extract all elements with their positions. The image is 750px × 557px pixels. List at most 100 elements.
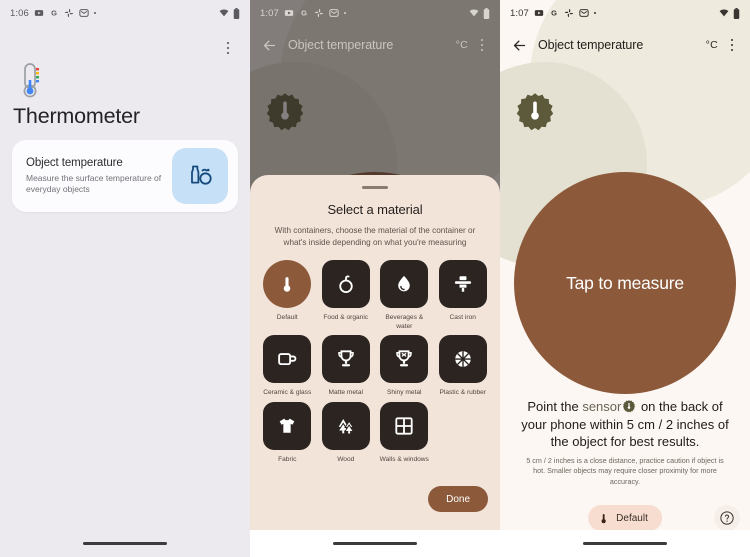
status-bar-right <box>469 7 490 19</box>
svg-text:G: G <box>301 9 307 18</box>
water-drop-icon <box>398 276 411 292</box>
done-button[interactable]: Done <box>428 486 488 512</box>
material-tile <box>321 260 370 309</box>
youtube-icon <box>34 8 44 18</box>
photos-icon <box>64 8 74 18</box>
kebab-dot-icon <box>730 38 734 42</box>
youtube-icon <box>284 8 294 18</box>
material-chip-label: Default <box>616 512 648 524</box>
trees-icon <box>337 418 355 434</box>
material-label: Beverages & water <box>385 314 424 330</box>
sheet-subtitle: With containers, choose the material of … <box>274 226 476 247</box>
kebab-dot-icon <box>226 51 230 55</box>
material-tile <box>380 260 429 309</box>
home-indicator[interactable] <box>583 541 667 546</box>
material-label: Wood <box>337 455 355 463</box>
messages-icon <box>79 8 89 18</box>
unit-toggle-button[interactable]: °C <box>702 39 722 51</box>
material-option-default[interactable]: Default <box>260 260 315 331</box>
dot-icon <box>343 11 347 15</box>
screenshot-root: 1:06 G Thermometer Object temperature Me… <box>0 0 750 557</box>
material-tile <box>321 401 370 450</box>
app-bar-title: Object temperature <box>538 38 644 52</box>
sensor-location-badge <box>514 90 556 132</box>
wifi-icon <box>219 8 229 18</box>
thermometer-icon <box>283 277 291 292</box>
help-button[interactable] <box>714 505 740 531</box>
home-indicator[interactable] <box>333 541 417 546</box>
sensor-location-badge-inline-icon <box>622 399 636 413</box>
kebab-dot-icon <box>480 48 484 52</box>
unit-toggle-button[interactable]: °C <box>452 39 472 51</box>
material-option-food-organic[interactable]: Food & organic <box>319 260 374 331</box>
food-organic-icon <box>339 275 353 294</box>
material-option-ceramic-glass[interactable]: Ceramic & glass <box>260 335 315 398</box>
material-tile <box>438 260 487 309</box>
measure-hint: Point the sensor on the back of your pho… <box>514 398 736 451</box>
object-temperature-card[interactable]: Object temperature Measure the surface t… <box>12 140 238 212</box>
measure-fine-print: 5 cm / 2 inches is a close distance, pra… <box>526 456 724 486</box>
navigation-bar <box>500 530 750 557</box>
material-option-shiny-metal[interactable]: Shiny metal <box>377 335 432 398</box>
material-option-cast-iron[interactable]: Cast iron <box>436 260 491 331</box>
messages-icon <box>579 8 589 18</box>
back-arrow-icon <box>263 40 275 50</box>
google-icon: G <box>549 8 559 18</box>
google-icon: G <box>299 8 309 18</box>
status-bar-left: 1:06 G <box>10 7 97 19</box>
svg-text:G: G <box>551 9 557 18</box>
material-tile <box>380 335 429 384</box>
tap-to-measure-button[interactable]: Tap to measure <box>514 172 736 394</box>
panel-select-material: 1:07 G Object temperature °C Select a ma… <box>250 0 500 557</box>
overflow-menu-button[interactable] <box>216 36 240 60</box>
overflow-menu-button[interactable] <box>472 34 492 56</box>
status-bar-right <box>719 7 740 19</box>
tap-to-measure-label: Tap to measure <box>566 272 684 293</box>
kebab-dot-icon <box>730 43 734 47</box>
app-bar: Object temperature °C <box>250 26 500 64</box>
wifi-icon <box>469 8 479 18</box>
status-time: 1:06 <box>10 7 29 19</box>
navigation-bar <box>0 530 250 557</box>
battery-icon <box>733 7 740 19</box>
material-option-fabric[interactable]: Fabric <box>260 401 315 465</box>
battery-icon <box>483 7 490 19</box>
card-text: Object temperature Measure the surface t… <box>26 157 164 196</box>
app-bar-title: Object temperature <box>288 38 394 52</box>
status-bar: 1:07 G <box>250 0 500 26</box>
status-bar: 1:06 G <box>0 0 250 26</box>
kebab-dot-icon <box>226 46 230 50</box>
material-tile <box>438 335 487 384</box>
material-option-wood[interactable]: Wood <box>319 401 374 465</box>
page-title: Thermometer <box>13 104 140 128</box>
photos-icon <box>564 8 574 18</box>
material-label: Walls & windows <box>379 455 429 463</box>
hint-sensor-word: sensor <box>582 399 622 414</box>
kebab-dot-icon <box>480 43 484 47</box>
youtube-icon <box>534 8 544 18</box>
card-title: Object temperature <box>26 156 123 169</box>
photos-icon <box>314 8 324 18</box>
back-button[interactable] <box>508 34 530 56</box>
material-option-beverages-water[interactable]: Beverages & water <box>377 260 432 331</box>
material-tile <box>263 401 312 450</box>
battery-icon <box>233 7 240 19</box>
overflow-menu-button[interactable] <box>722 34 742 56</box>
back-button[interactable] <box>258 34 280 56</box>
material-option-walls-windows[interactable]: Walls & windows <box>377 401 432 465</box>
status-bar-right <box>219 7 240 19</box>
material-option-matte-metal[interactable]: Matte metal <box>319 335 374 398</box>
trophy-matte-icon <box>338 350 354 367</box>
home-indicator[interactable] <box>83 541 167 546</box>
kebab-dot-icon <box>480 38 484 42</box>
material-chip[interactable]: Default <box>588 505 662 531</box>
material-tile <box>263 260 312 309</box>
material-label: Cast iron <box>449 314 476 322</box>
status-bar-left: 1:07 G <box>260 8 347 19</box>
thermometer-icon <box>14 60 48 100</box>
sheet-title: Select a material <box>327 202 423 218</box>
sheet-drag-handle[interactable] <box>362 186 388 190</box>
material-label: Plastic & rubber <box>439 389 487 397</box>
google-icon: G <box>49 8 59 18</box>
material-option-plastic-rubber[interactable]: Plastic & rubber <box>436 335 491 398</box>
